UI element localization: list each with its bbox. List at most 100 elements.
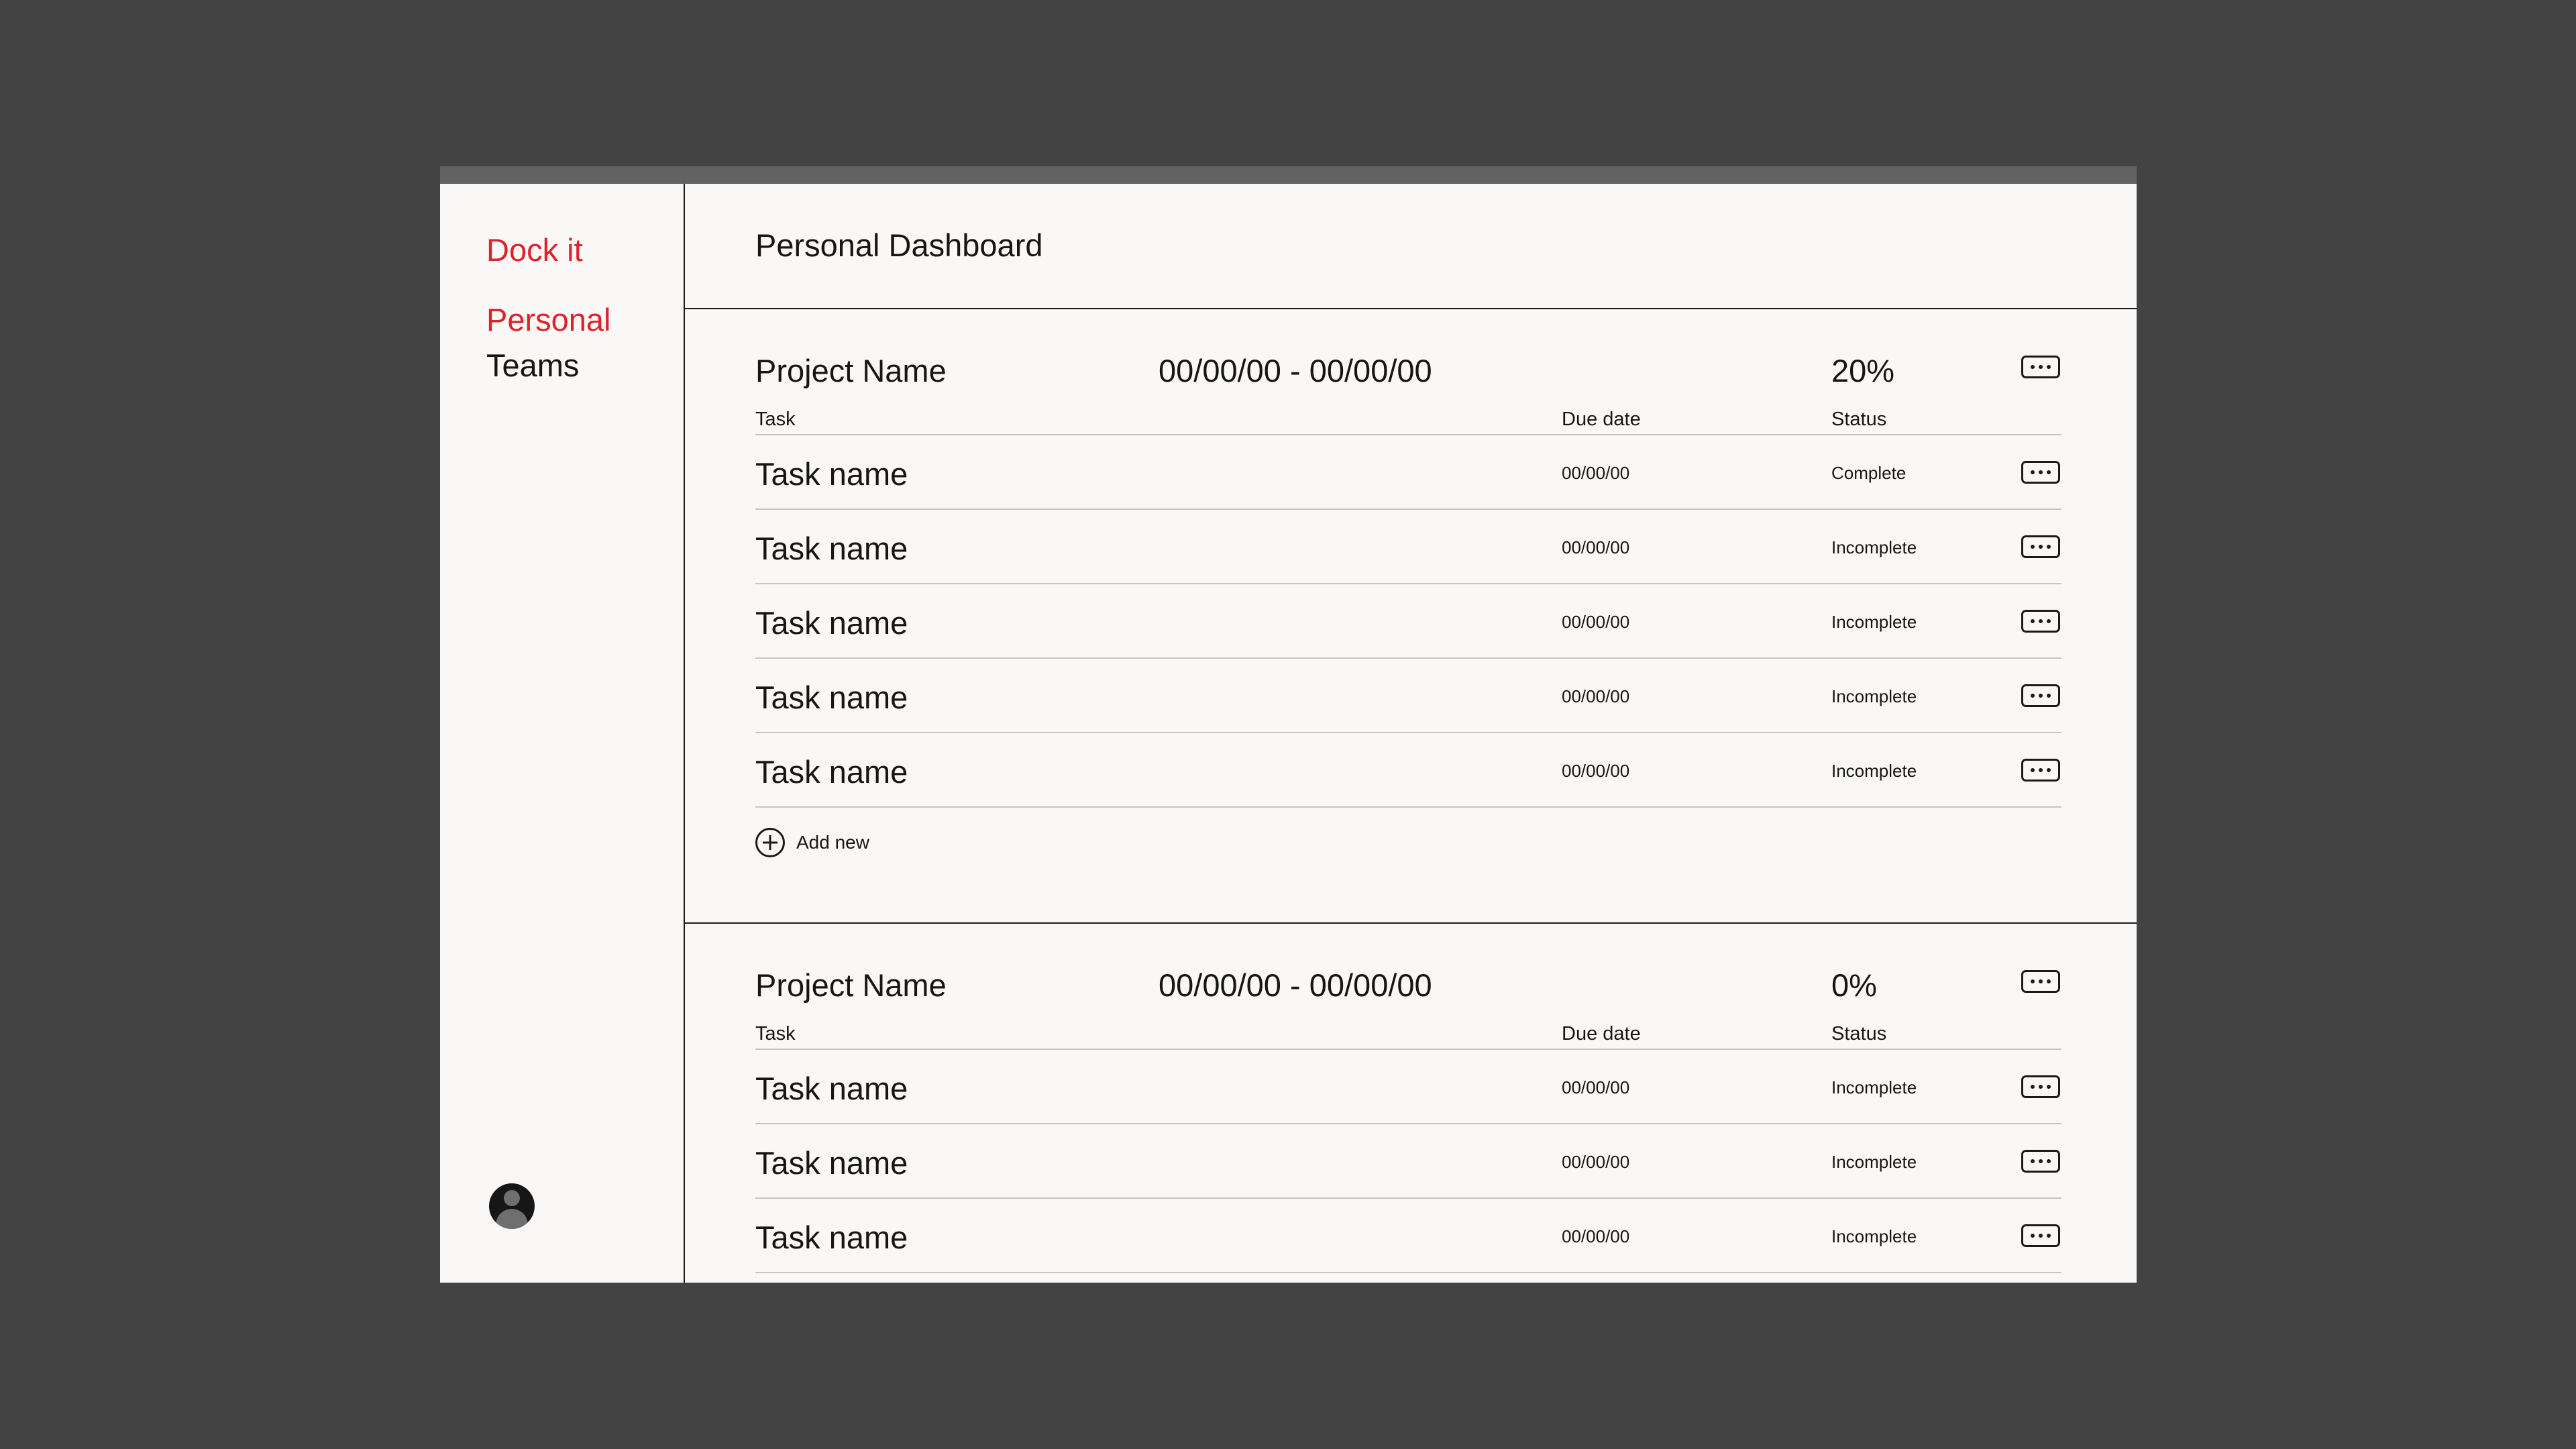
more-dot [2047,619,2051,623]
task-name[interactable]: Task name [755,1070,908,1107]
more-horizontal-icon [2031,365,2035,369]
task-status: Incomplete [1831,761,1917,781]
column-header-status: Status [1831,409,1887,430]
task-more-button[interactable] [2021,1150,2060,1173]
task-status: Incomplete [1831,686,1917,706]
project-progress: 0% [1831,967,1877,1003]
more-dot [2039,1085,2043,1089]
task-more-button[interactable] [2021,1075,2060,1098]
task-name[interactable]: Task name [755,679,908,716]
user-avatar-icon[interactable] [489,1183,535,1229]
more-horizontal-icon [2031,1234,2035,1238]
more-dot [2039,545,2043,549]
more-dot [2039,470,2043,474]
more-horizontal-icon [2031,979,2035,983]
more-dot [2047,979,2051,983]
project-more-button[interactable] [2021,970,2060,993]
more-dot [2047,1159,2051,1163]
app-logo: Dock it [486,232,583,268]
sidebar-item-personal[interactable]: Personal [486,301,611,338]
more-dot [2047,1085,2051,1089]
task-name[interactable]: Task name [755,604,908,641]
plus-circle-icon [755,827,785,857]
more-horizontal-icon [2031,619,2035,623]
more-dot [2047,365,2051,369]
main-content: Personal Dashboard Project Name 00/00/00… [685,184,2137,1283]
project-more-button[interactable] [2021,356,2060,378]
task-row[interactable]: Task name 00/00/00 Complete [755,435,2061,510]
avatar-shoulders [496,1209,528,1229]
task-due-date: 00/00/00 [1562,686,1630,706]
page-title: Personal Dashboard [755,227,1043,263]
column-header-task: Task [755,409,796,430]
sidebar-item-teams[interactable]: Teams [486,347,579,384]
task-due-date: 00/00/00 [1562,612,1630,632]
column-header-status: Status [1831,1023,1887,1044]
task-row[interactable]: Task name 00/00/00 Incomplete [755,659,2061,733]
project-card: Project Name 00/00/00 - 00/00/00 0% Task… [685,924,2137,1283]
more-dot [2039,768,2043,772]
task-due-date: 00/00/00 [1562,1226,1630,1246]
task-due-date: 00/00/00 [1562,761,1630,781]
window-titlebar [440,166,2137,184]
more-horizontal-icon [2031,1085,2035,1089]
task-due-date: 00/00/00 [1562,537,1630,557]
task-status: Incomplete [1831,1152,1917,1172]
task-more-button[interactable] [2021,535,2060,558]
more-dot [2039,1234,2043,1238]
project-dates: 00/00/00 - 00/00/00 [1159,967,1432,1003]
task-row[interactable]: Task name 00/00/00 Incomplete [755,733,2061,808]
more-horizontal-icon [2031,768,2035,772]
more-dot [2039,694,2043,698]
task-name[interactable]: Task name [755,753,908,790]
add-new-task-button[interactable]: Add new [755,826,869,858]
task-due-date: 00/00/00 [1562,1152,1630,1172]
column-header-due-date: Due date [1562,1023,1641,1044]
more-dot [2047,1234,2051,1238]
more-dot [2047,545,2051,549]
task-more-button[interactable] [2021,1224,2060,1247]
task-name[interactable]: Task name [755,1144,908,1181]
project-dates: 00/00/00 - 00/00/00 [1159,353,1432,388]
project-progress: 20% [1831,353,1895,388]
more-dot [2047,768,2051,772]
task-due-date: 00/00/00 [1562,463,1630,483]
more-dot [2039,979,2043,983]
task-status: Complete [1831,463,1907,483]
task-more-button[interactable] [2021,610,2060,633]
column-header-due-date: Due date [1562,409,1641,430]
more-horizontal-icon [2031,1159,2035,1163]
page-header: Personal Dashboard [685,184,2137,309]
task-status: Incomplete [1831,612,1917,632]
more-dot [2039,619,2043,623]
app-window: Dock it Personal Teams Personal Dashboar… [440,166,2137,1283]
more-horizontal-icon [2031,694,2035,698]
task-name[interactable]: Task name [755,530,908,567]
project-card: Project Name 00/00/00 - 00/00/00 20% Tas… [685,309,2137,924]
task-more-button[interactable] [2021,759,2060,782]
task-name[interactable]: Task name [755,455,908,492]
more-dot [2039,1159,2043,1163]
sidebar: Dock it Personal Teams [440,184,685,1283]
task-row[interactable]: Task name 00/00/00 Incomplete [755,1124,2061,1199]
more-horizontal-icon [2031,470,2035,474]
task-more-button[interactable] [2021,461,2060,484]
project-name: Project Name [755,353,947,388]
more-dot [2039,365,2043,369]
project-name: Project Name [755,967,947,1003]
more-dot [2047,470,2051,474]
task-row[interactable]: Task name 00/00/00 Incomplete [755,1199,2061,1273]
task-row[interactable]: Task name 00/00/00 Incomplete [755,584,2061,659]
task-more-button[interactable] [2021,684,2060,707]
column-header-task: Task [755,1023,796,1044]
task-status: Incomplete [1831,1226,1917,1246]
add-new-label: Add new [796,831,869,853]
task-status: Incomplete [1831,1077,1917,1097]
more-dot [2047,694,2051,698]
task-status: Incomplete [1831,537,1917,557]
task-row[interactable]: Task name 00/00/00 Incomplete [755,510,2061,584]
avatar-head [504,1190,520,1206]
task-name[interactable]: Task name [755,1219,908,1256]
task-row[interactable]: Task name 00/00/00 Incomplete [755,1050,2061,1124]
task-due-date: 00/00/00 [1562,1077,1630,1097]
